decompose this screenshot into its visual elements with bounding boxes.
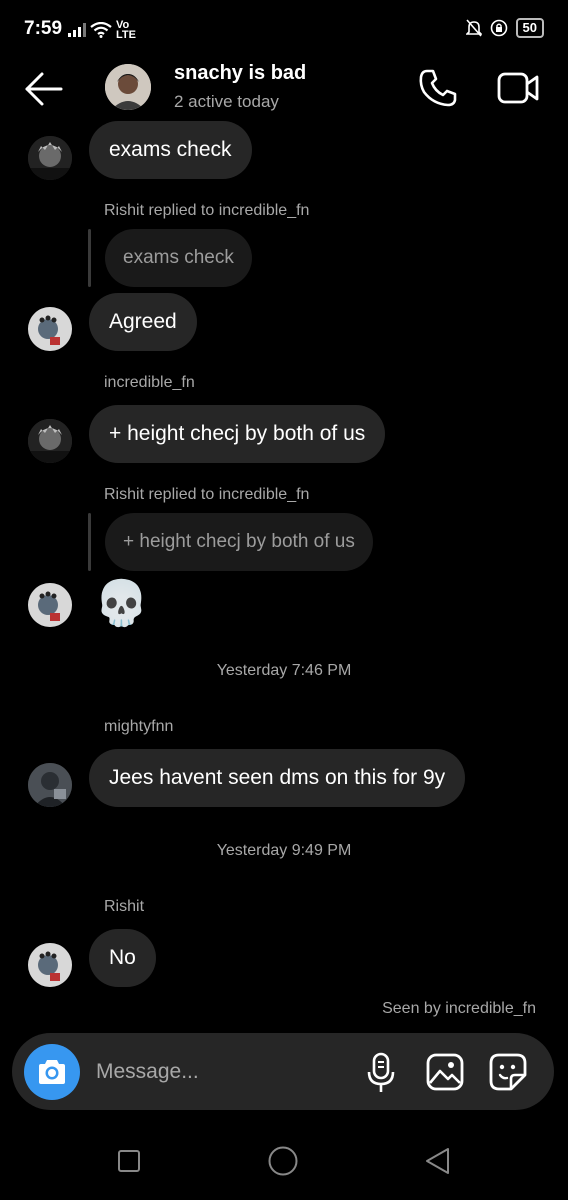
triangle-back-icon [426, 1148, 449, 1174]
home-button[interactable] [266, 1144, 300, 1178]
message-input[interactable]: Message... [96, 1060, 199, 1084]
avatar-photo [28, 763, 72, 807]
avatar-photo [28, 583, 72, 627]
quoted-message[interactable]: + height checj by both of us [105, 513, 373, 571]
sender-avatar[interactable] [28, 136, 72, 180]
timestamp-divider: Yesterday 9:49 PM [216, 842, 352, 859]
video-camera-icon [497, 72, 539, 104]
audio-call-button[interactable] [418, 68, 458, 113]
status-time: 7:59 [24, 18, 63, 39]
chat-avatar[interactable] [105, 64, 151, 110]
chat-activity-status: 2 active today [174, 92, 279, 111]
sender-avatar[interactable] [28, 419, 72, 463]
recent-apps-button[interactable] [114, 1146, 144, 1176]
wifi-icon [90, 22, 112, 38]
volte-label: Vo LTE [116, 19, 136, 41]
phone-icon [419, 69, 457, 107]
message-bubble[interactable]: Agreed [89, 293, 197, 351]
message-composer[interactable] [12, 1033, 554, 1110]
quoted-message[interactable]: exams check [105, 229, 252, 287]
signal-icon [68, 23, 86, 37]
sender-avatar[interactable] [28, 583, 72, 627]
status-right-icons: 50 [465, 18, 544, 38]
sender-name: incredible_fn [104, 374, 195, 391]
battery-indicator: 50 [515, 18, 544, 38]
back-button[interactable] [24, 70, 64, 113]
message-bubble[interactable]: Jees havent seen dms on this for 9y [89, 749, 466, 807]
gallery-icon [426, 1053, 464, 1091]
microphone-icon [367, 1052, 395, 1092]
message-bubble[interactable]: No [89, 929, 156, 987]
emoji-message[interactable]: 💀 [94, 578, 149, 630]
sender-avatar[interactable] [28, 943, 72, 987]
lock-rotation-icon [490, 19, 507, 37]
voice-message-button[interactable] [366, 1052, 396, 1099]
reply-indicator-bar [88, 513, 91, 571]
avatar-photo [28, 943, 72, 987]
avatar-photo [28, 136, 72, 180]
circle-icon [268, 1146, 298, 1176]
reply-context-label: Rishit replied to incredible_fn [104, 202, 310, 219]
camera-button[interactable] [24, 1044, 80, 1100]
chat-title[interactable]: snachy is bad [174, 62, 306, 85]
avatar-photo [105, 64, 151, 110]
timestamp-divider: Yesterday 7:46 PM [216, 662, 352, 679]
message-bubble[interactable]: + height checj by both of us [89, 405, 386, 463]
gallery-button[interactable] [426, 1053, 464, 1096]
sender-avatar[interactable] [28, 763, 72, 807]
sender-avatar[interactable] [28, 307, 72, 351]
sender-name: mightyfnn [104, 718, 174, 735]
sender-name: Rishit [104, 898, 145, 915]
bell-off-icon [465, 19, 482, 37]
avatar-photo [28, 307, 72, 351]
status-icons: Vo LTE [68, 19, 136, 41]
sticker-icon [489, 1053, 527, 1091]
camera-icon [39, 1060, 65, 1084]
avatar-photo [28, 419, 72, 463]
seen-receipt: Seen by incredible_fn [382, 1000, 536, 1017]
sticker-button[interactable] [489, 1053, 527, 1096]
message-bubble[interactable]: exams check [89, 121, 252, 179]
video-call-button[interactable] [496, 70, 540, 111]
reply-indicator-bar [88, 229, 91, 287]
square-icon [118, 1150, 140, 1172]
back-arrow-icon [25, 72, 63, 106]
back-nav-button[interactable] [422, 1145, 454, 1177]
reply-context-label: Rishit replied to incredible_fn [104, 486, 310, 503]
